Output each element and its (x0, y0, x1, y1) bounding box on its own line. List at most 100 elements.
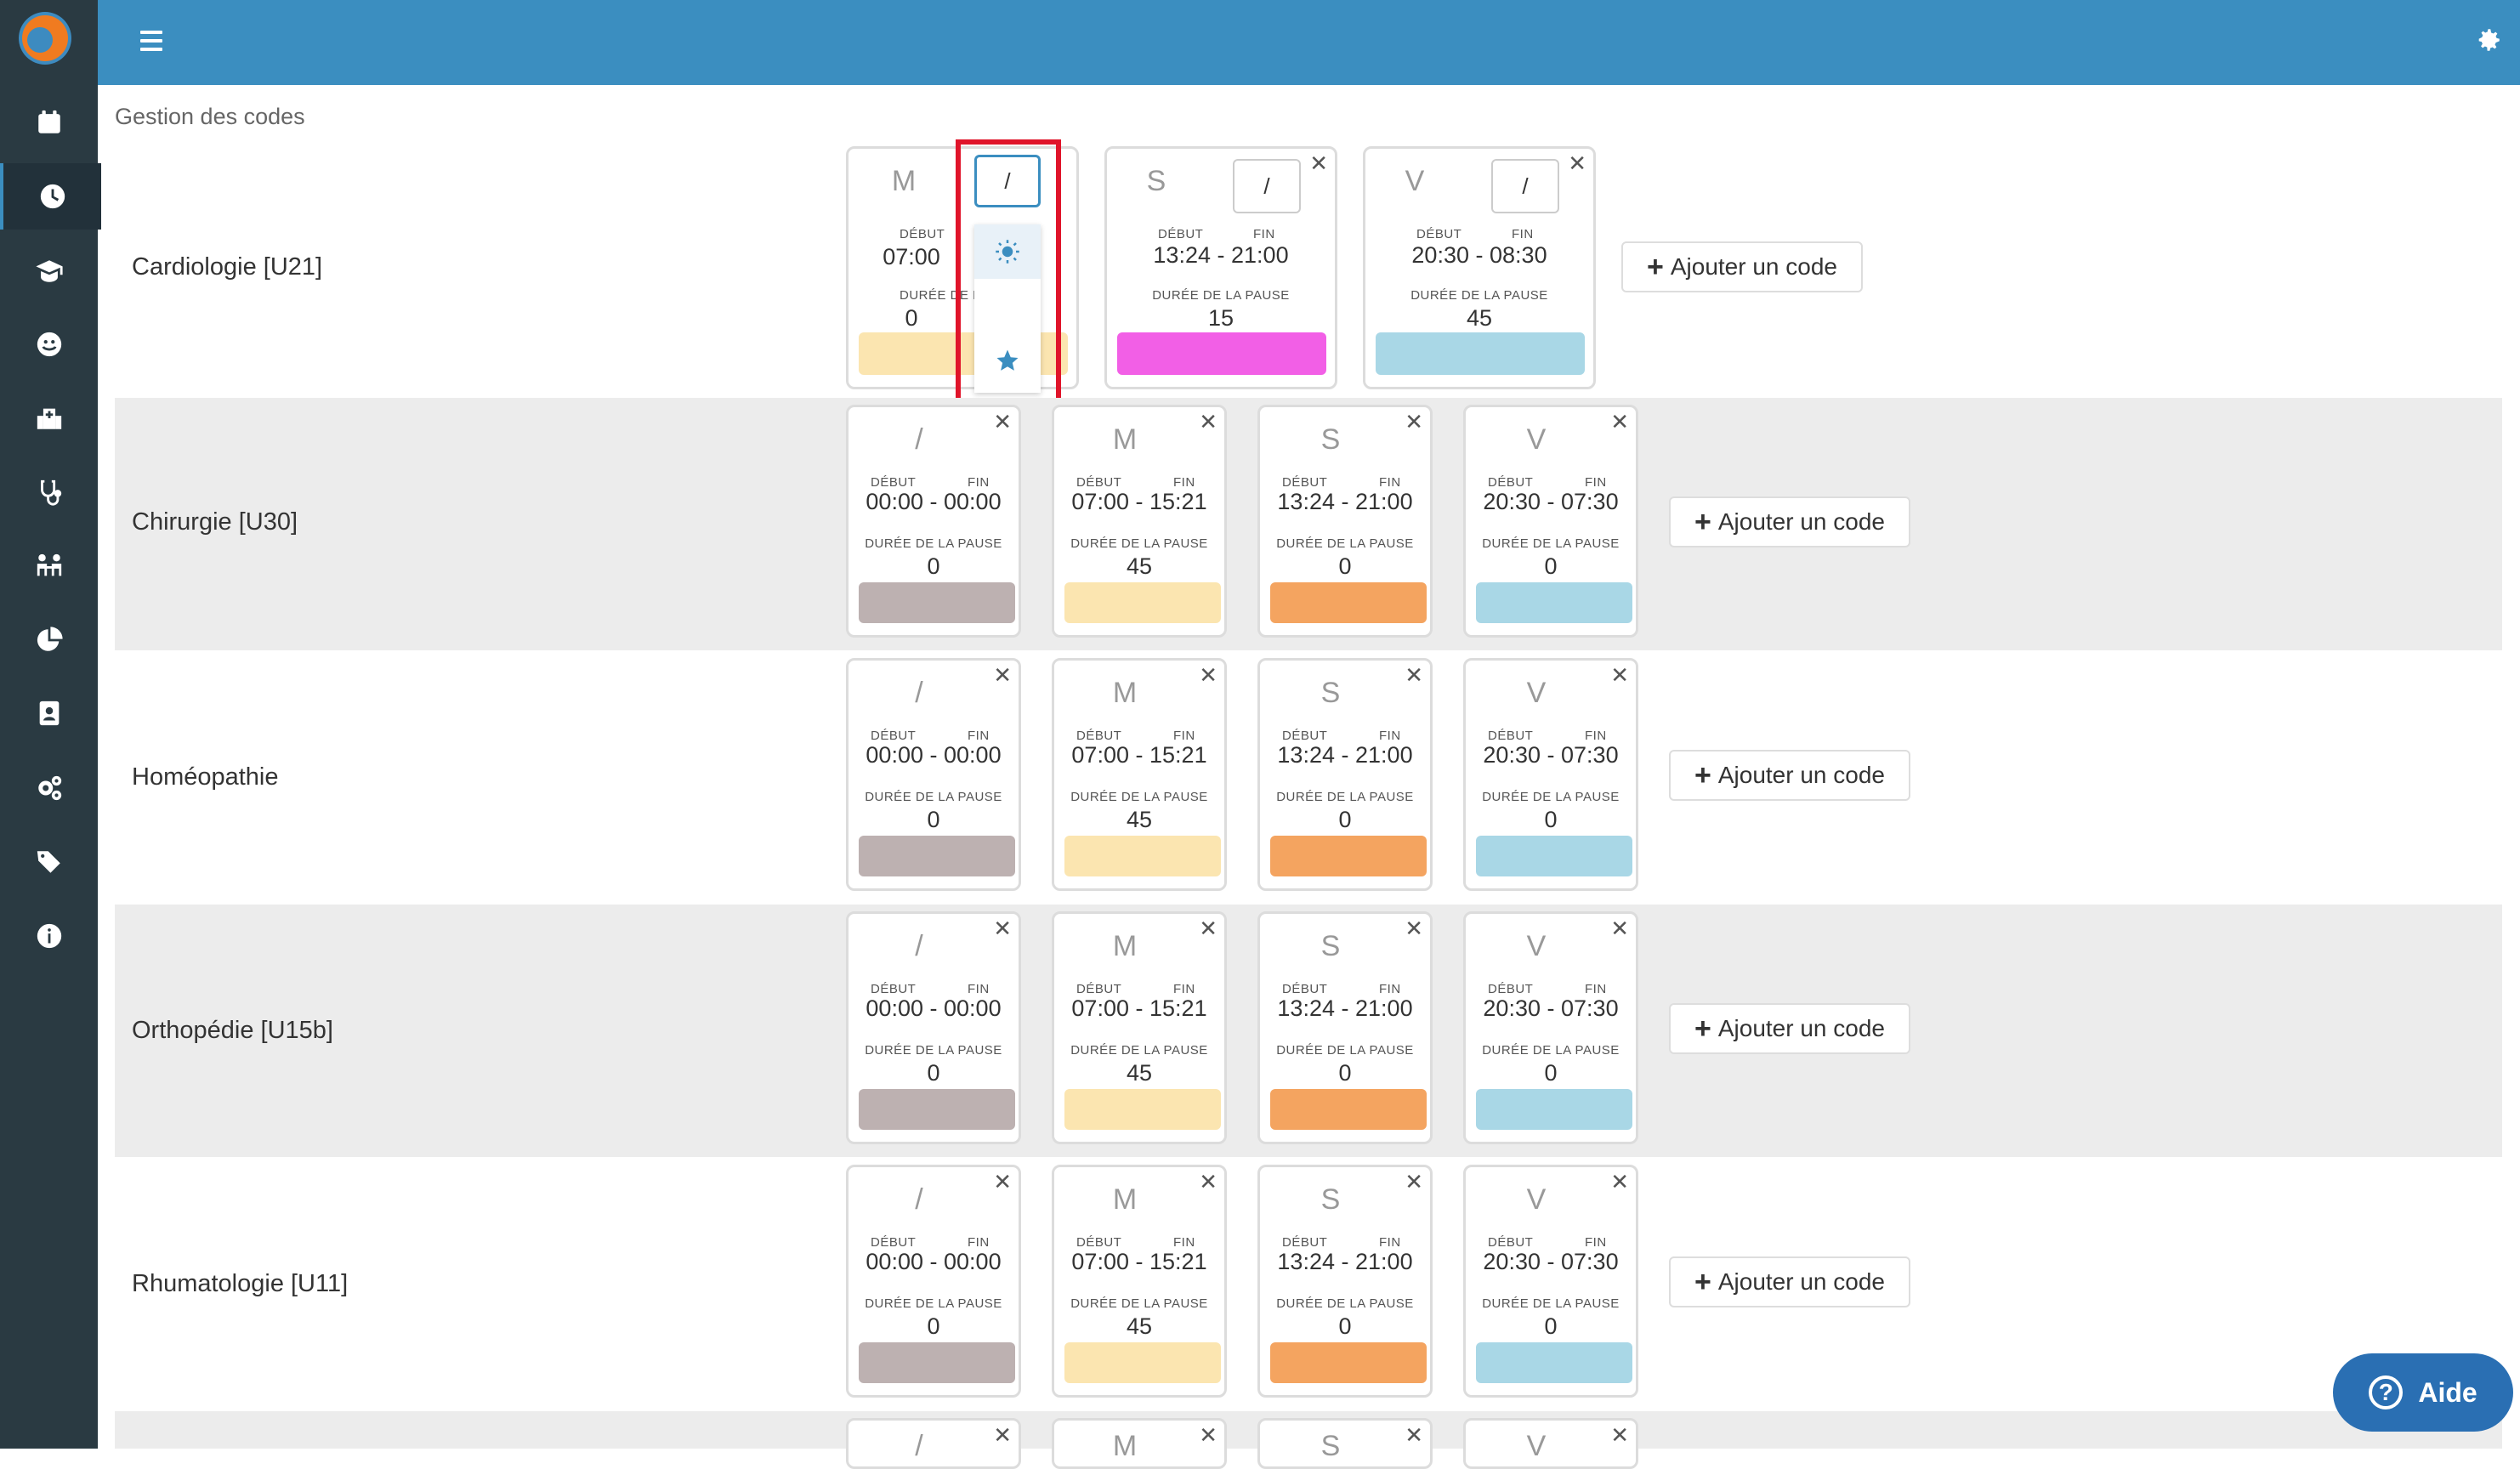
debut-time[interactable]: 13:24 (1277, 489, 1335, 514)
close-icon[interactable]: ✕ (1199, 664, 1217, 686)
sidebar-item-pie-chart[interactable] (0, 607, 98, 673)
fin-time[interactable]: 00:00 (944, 742, 1002, 768)
sidebar-item-info[interactable] (0, 903, 98, 969)
pause-value[interactable]: 0 (1466, 1060, 1636, 1086)
time-range[interactable]: 13:24 - 21:00 (1260, 995, 1430, 1022)
pause-value[interactable]: 45 (1365, 305, 1593, 332)
color-swatch[interactable] (1064, 1342, 1221, 1383)
fin-time[interactable]: 00:00 (944, 489, 1002, 514)
close-icon[interactable]: ✕ (1568, 152, 1586, 174)
time-range[interactable]: 13:24 - 21:00 (1260, 1249, 1430, 1275)
close-icon[interactable]: ✕ (1610, 411, 1629, 433)
color-swatch[interactable] (1064, 1089, 1221, 1130)
color-swatch[interactable] (1376, 332, 1585, 375)
close-icon[interactable]: ✕ (1610, 917, 1629, 939)
debut-time[interactable]: 20:30 (1411, 242, 1469, 268)
app-logo[interactable] (19, 12, 71, 65)
pause-value[interactable]: 0 (849, 553, 1019, 580)
time-range[interactable]: 20:30 - 07:30 (1466, 742, 1636, 769)
add-code-button[interactable]: + Ajouter un code (1669, 496, 1910, 547)
debut-time[interactable]: 20:30 (1483, 742, 1541, 768)
fin-time[interactable]: 15:21 (1149, 995, 1207, 1021)
fin-time[interactable]: 07:30 (1561, 489, 1619, 514)
close-icon[interactable]: ✕ (1309, 152, 1328, 174)
close-icon[interactable]: ✕ (993, 664, 1012, 686)
code-input[interactable]: / (1491, 159, 1559, 213)
sidebar-item-cogs[interactable] (0, 755, 98, 821)
help-button[interactable]: ? Aide (2333, 1353, 2513, 1432)
time-range[interactable]: 13:24 - 21:00 (1260, 742, 1430, 769)
time-range[interactable]: 13:24 - 21:00 (1107, 242, 1335, 269)
pause-value[interactable]: 0 (1466, 1313, 1636, 1340)
debut-time[interactable]: 07:00 (1071, 995, 1129, 1021)
fin-time[interactable]: 15:21 (1149, 489, 1207, 514)
fin-time[interactable]: 21:00 (1355, 995, 1413, 1021)
fin-time[interactable]: 15:21 (1149, 742, 1207, 768)
debut-time[interactable]: 13:24 (1153, 242, 1211, 268)
color-swatch[interactable] (1064, 836, 1221, 876)
sidebar-item-tags[interactable] (0, 829, 98, 895)
add-code-button[interactable]: + Ajouter un code (1669, 1003, 1910, 1054)
debut-time[interactable]: 13:24 (1277, 742, 1335, 768)
pause-value[interactable]: 0 (1466, 553, 1636, 580)
fin-time[interactable]: 21:00 (1355, 1249, 1413, 1274)
pause-value[interactable]: 0 (1466, 807, 1636, 833)
debut-time[interactable]: 20:30 (1483, 995, 1541, 1021)
sidebar-item-contact-book[interactable] (0, 680, 98, 746)
pause-value[interactable]: 0 (1260, 807, 1430, 833)
close-icon[interactable]: ✕ (1610, 664, 1629, 686)
fin-time[interactable]: 00:00 (944, 995, 1002, 1021)
fin-time[interactable]: 21:00 (1355, 489, 1413, 514)
close-icon[interactable]: ✕ (1405, 664, 1423, 686)
fin-time[interactable]: 07:30 (1561, 995, 1619, 1021)
time-range[interactable]: 20:30 - 08:30 (1365, 242, 1593, 269)
pause-value[interactable]: 0 (1260, 1060, 1430, 1086)
close-icon[interactable]: ✕ (1610, 1171, 1629, 1193)
time-range[interactable]: 00:00 - 00:00 (849, 489, 1019, 515)
debut-time[interactable]: 00:00 (866, 995, 923, 1021)
debut-time[interactable]: 00:00 (866, 742, 923, 768)
sidebar-item-stethoscope[interactable] (0, 459, 98, 525)
sidebar-item-clock[interactable] (0, 163, 101, 230)
add-code-button[interactable]: + Ajouter un code (1669, 750, 1910, 801)
hamburger-menu-icon[interactable] (140, 26, 166, 60)
debut-time[interactable]: 00:00 (866, 1249, 923, 1274)
time-range[interactable]: 07:00 - 15:21 (1054, 995, 1224, 1022)
pause-value[interactable]: 45 (1054, 1313, 1224, 1340)
fin-time[interactable]: 08:30 (1490, 242, 1547, 268)
debut-time[interactable]: 00:00 (866, 489, 923, 514)
color-swatch[interactable] (859, 582, 1015, 623)
sidebar-item-hospital[interactable] (0, 385, 98, 451)
pause-value[interactable]: 0 (849, 1313, 1019, 1340)
close-icon[interactable]: ✕ (1405, 1171, 1423, 1193)
time-range[interactable]: 20:30 - 07:30 (1466, 489, 1636, 515)
pause-value[interactable]: 45 (1054, 807, 1224, 833)
pause-value[interactable]: 0 (1260, 1313, 1430, 1340)
pause-value[interactable]: 0 (1260, 553, 1430, 580)
fin-time[interactable]: 07:30 (1561, 1249, 1619, 1274)
pause-value[interactable]: 0 (849, 807, 1019, 833)
fin-time[interactable]: 21:00 (1355, 742, 1413, 768)
fin-time[interactable]: 07:30 (1561, 742, 1619, 768)
time-range[interactable]: 00:00 - 00:00 (849, 742, 1019, 769)
time-range[interactable]: 20:30 - 07:30 (1466, 995, 1636, 1022)
close-icon[interactable]: ✕ (1199, 917, 1217, 939)
color-swatch[interactable] (1476, 836, 1632, 876)
close-icon[interactable]: ✕ (1405, 917, 1423, 939)
color-swatch[interactable] (1476, 1089, 1632, 1130)
sidebar-item-graduate[interactable] (0, 238, 98, 304)
add-code-button[interactable]: + Ajouter un code (1669, 1256, 1910, 1307)
close-icon[interactable]: ✕ (1199, 411, 1217, 433)
close-icon[interactable]: ✕ (993, 1171, 1012, 1193)
color-swatch[interactable] (1270, 1342, 1427, 1383)
color-swatch[interactable] (1117, 332, 1326, 375)
sidebar-item-people[interactable] (0, 533, 98, 599)
debut-time[interactable]: 13:24 (1277, 995, 1335, 1021)
debut-time[interactable]: 07:00 (1071, 1249, 1129, 1274)
fin-time[interactable]: 21:00 (1231, 242, 1289, 268)
pause-value[interactable]: 15 (1107, 305, 1335, 332)
time-range[interactable]: 20:30 - 07:30 (1466, 1249, 1636, 1275)
time-range[interactable]: 00:00 - 00:00 (849, 1249, 1019, 1275)
sidebar-item-smiley[interactable] (0, 311, 98, 377)
close-icon[interactable]: ✕ (993, 1424, 1012, 1446)
